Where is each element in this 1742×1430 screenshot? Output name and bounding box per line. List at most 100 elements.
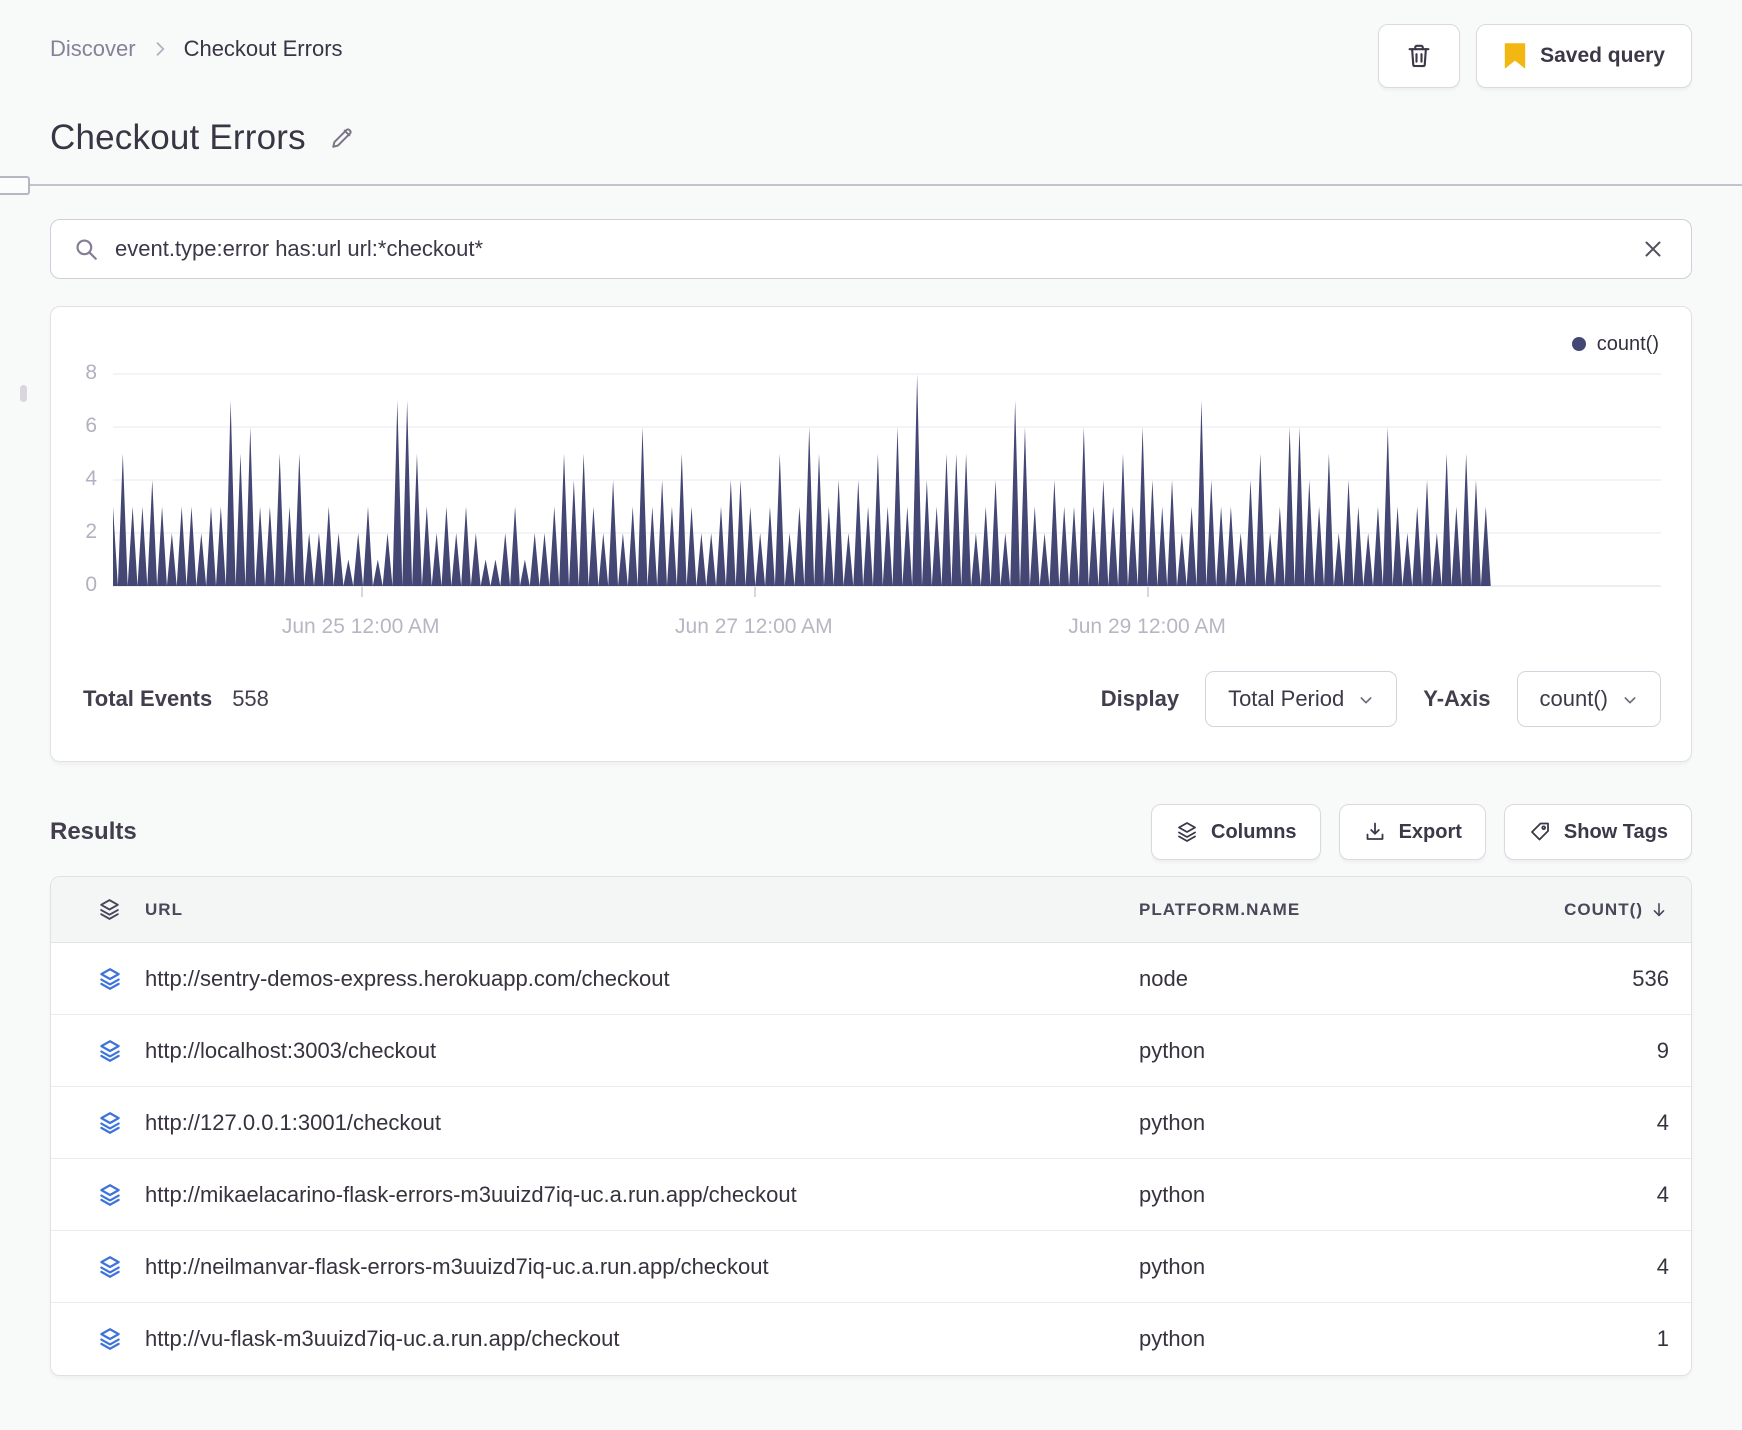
platform-cell: python [1139,1181,1206,1207]
url-cell: http://localhost:3003/checkout [145,1037,437,1063]
trash-icon [1404,41,1434,71]
title-row: Checkout Errors [50,118,1692,158]
display-dropdown[interactable]: Total Period [1205,671,1398,727]
layers-icon[interactable] [97,1326,123,1352]
breadcrumb: Discover Checkout Errors [50,24,343,62]
chevron-right-icon [150,39,170,59]
columns-button[interactable]: Columns [1151,804,1321,860]
columns-button-label: Columns [1211,820,1297,843]
url-cell: http://vu-flask-m3uuizd7iq-uc.a.run.app/… [145,1326,620,1351]
search-icon [73,236,99,262]
chart-controls: Display Total Period Y-Axis count() [1101,671,1661,727]
layers-icon[interactable] [97,1038,123,1064]
table-row[interactable]: http://vu-flask-m3uuizd7iq-uc.a.run.app/… [51,1303,1691,1375]
show-tags-button-label: Show Tags [1563,820,1668,843]
table-row[interactable]: http://mikaelacarino-flask-errors-m3uuiz… [51,1159,1691,1231]
url-cell: http://neilmanvar-flask-errors-m3uuizd7i… [145,1253,769,1279]
edit-title-button[interactable] [324,120,360,156]
delete-query-button[interactable] [1378,24,1461,88]
events-chart-card: count() 0 2 4 6 8 Jun 25 12:00 AM Jun 27 12:0… [50,306,1692,762]
layers-icon [1175,820,1199,844]
bookmark-icon [1503,42,1527,70]
platform-cell: python [1139,1326,1206,1351]
scroll-indicator [20,385,27,402]
results-actions: Columns Export Show Tags [1151,804,1692,860]
url-cell: http://mikaelacarino-flask-errors-m3uuiz… [145,1181,797,1207]
chart-legend[interactable]: count() [51,307,1691,355]
platform-cell: python [1139,1109,1206,1135]
saved-query-label: Saved query [1540,44,1665,67]
column-header-url[interactable]: URL [145,900,1139,920]
table-row[interactable]: http://127.0.0.1:3001/checkout python 4 [51,1087,1691,1159]
export-button[interactable]: Export [1338,804,1486,860]
chart-footer: Total Events 558 Display Total Period Y-… [51,671,1691,761]
chart-plot [113,373,1661,587]
results-header: Results Columns Export Show Tags [50,804,1692,860]
y-axis-tick-label: 0 [85,572,97,596]
count-cell: 4 [1656,1109,1669,1135]
count-cell: 536 [1632,965,1669,991]
url-cell: http://sentry-demos-express.herokuapp.co… [145,965,670,991]
x-axis-tick [360,587,363,597]
count-cell: 9 [1656,1037,1669,1063]
page-title: Checkout Errors [50,118,306,157]
export-button-label: Export [1398,820,1462,843]
count-cell: 4 [1656,1181,1669,1207]
tag-icon [1528,820,1552,844]
section-divider [0,176,1742,195]
display-dropdown-value: Total Period [1228,686,1345,711]
layers-icon[interactable] [97,1182,123,1208]
table-row[interactable]: http://neilmanvar-flask-errors-m3uuizd7i… [51,1231,1691,1303]
count-header-label: COUNT() [1564,899,1643,919]
x-axis-tick-label: Jun 27 12:00 AM [675,615,833,638]
top-bar: Discover Checkout Errors Saved query [50,0,1692,88]
legend-label: count() [1596,332,1659,355]
layers-icon[interactable] [97,1110,123,1136]
close-icon [1641,237,1665,261]
sidebar-collapse-handle[interactable] [0,176,30,195]
table-header-row: URL PLATFORM.NAME COUNT() [51,877,1691,943]
count-cell: 4 [1656,1253,1669,1279]
layers-icon[interactable] [97,1254,123,1280]
y-axis-tick-label: 8 [85,360,97,384]
saved-query-button[interactable]: Saved query [1476,24,1692,88]
yaxis-dropdown[interactable]: count() [1516,671,1661,727]
total-events-value: 558 [232,686,269,711]
show-tags-button[interactable]: Show Tags [1503,804,1692,860]
chart-x-axis: Jun 25 12:00 AM Jun 27 12:00 AM Jun 29 12:… [113,587,1661,671]
yaxis-dropdown-value: count() [1539,686,1608,711]
events-area-chart[interactable]: 0 2 4 6 8 [85,361,1661,596]
table-row[interactable]: http://localhost:3003/checkout python 9 [51,1015,1691,1087]
column-header-count[interactable]: COUNT() [1564,900,1669,920]
download-icon [1363,820,1387,844]
total-events-label: Total Events [83,686,213,711]
table-row[interactable]: http://sentry-demos-express.herokuapp.co… [51,943,1691,1015]
sort-desc-icon [1649,900,1669,920]
results-table: URL PLATFORM.NAME COUNT() http://sentry-… [50,876,1692,1376]
y-axis-tick-label: 2 [85,519,97,543]
total-events: Total Events 558 [83,686,269,712]
layers-icon[interactable] [97,966,123,992]
x-axis-tick-label: Jun 25 12:00 AM [281,615,440,638]
x-axis-tick-label: Jun 29 12:00 AM [1068,615,1226,638]
legend-dot [1571,337,1586,351]
x-axis-tick [753,587,756,597]
y-axis-tick-label: 6 [85,413,97,437]
search-input[interactable] [115,236,1621,262]
breadcrumb-discover-link[interactable]: Discover [50,36,136,62]
discover-page: Discover Checkout Errors Saved query Che… [0,0,1742,1400]
pencil-icon [328,124,356,152]
x-axis-tick [1147,587,1150,597]
platform-cell: python [1139,1037,1206,1063]
top-actions: Saved query [1378,24,1692,88]
breadcrumb-current: Checkout Errors [183,36,343,61]
platform-cell: node [1139,965,1188,991]
clear-search-button[interactable] [1637,233,1669,265]
display-label: Display [1100,686,1180,711]
search-bar [50,219,1692,279]
count-cell: 1 [1656,1326,1669,1351]
yaxis-label: Y-Axis [1423,686,1491,711]
column-header-platform[interactable]: PLATFORM.NAME [1139,900,1489,920]
layers-icon [97,897,122,922]
table-body: http://sentry-demos-express.herokuapp.co… [51,943,1691,1375]
